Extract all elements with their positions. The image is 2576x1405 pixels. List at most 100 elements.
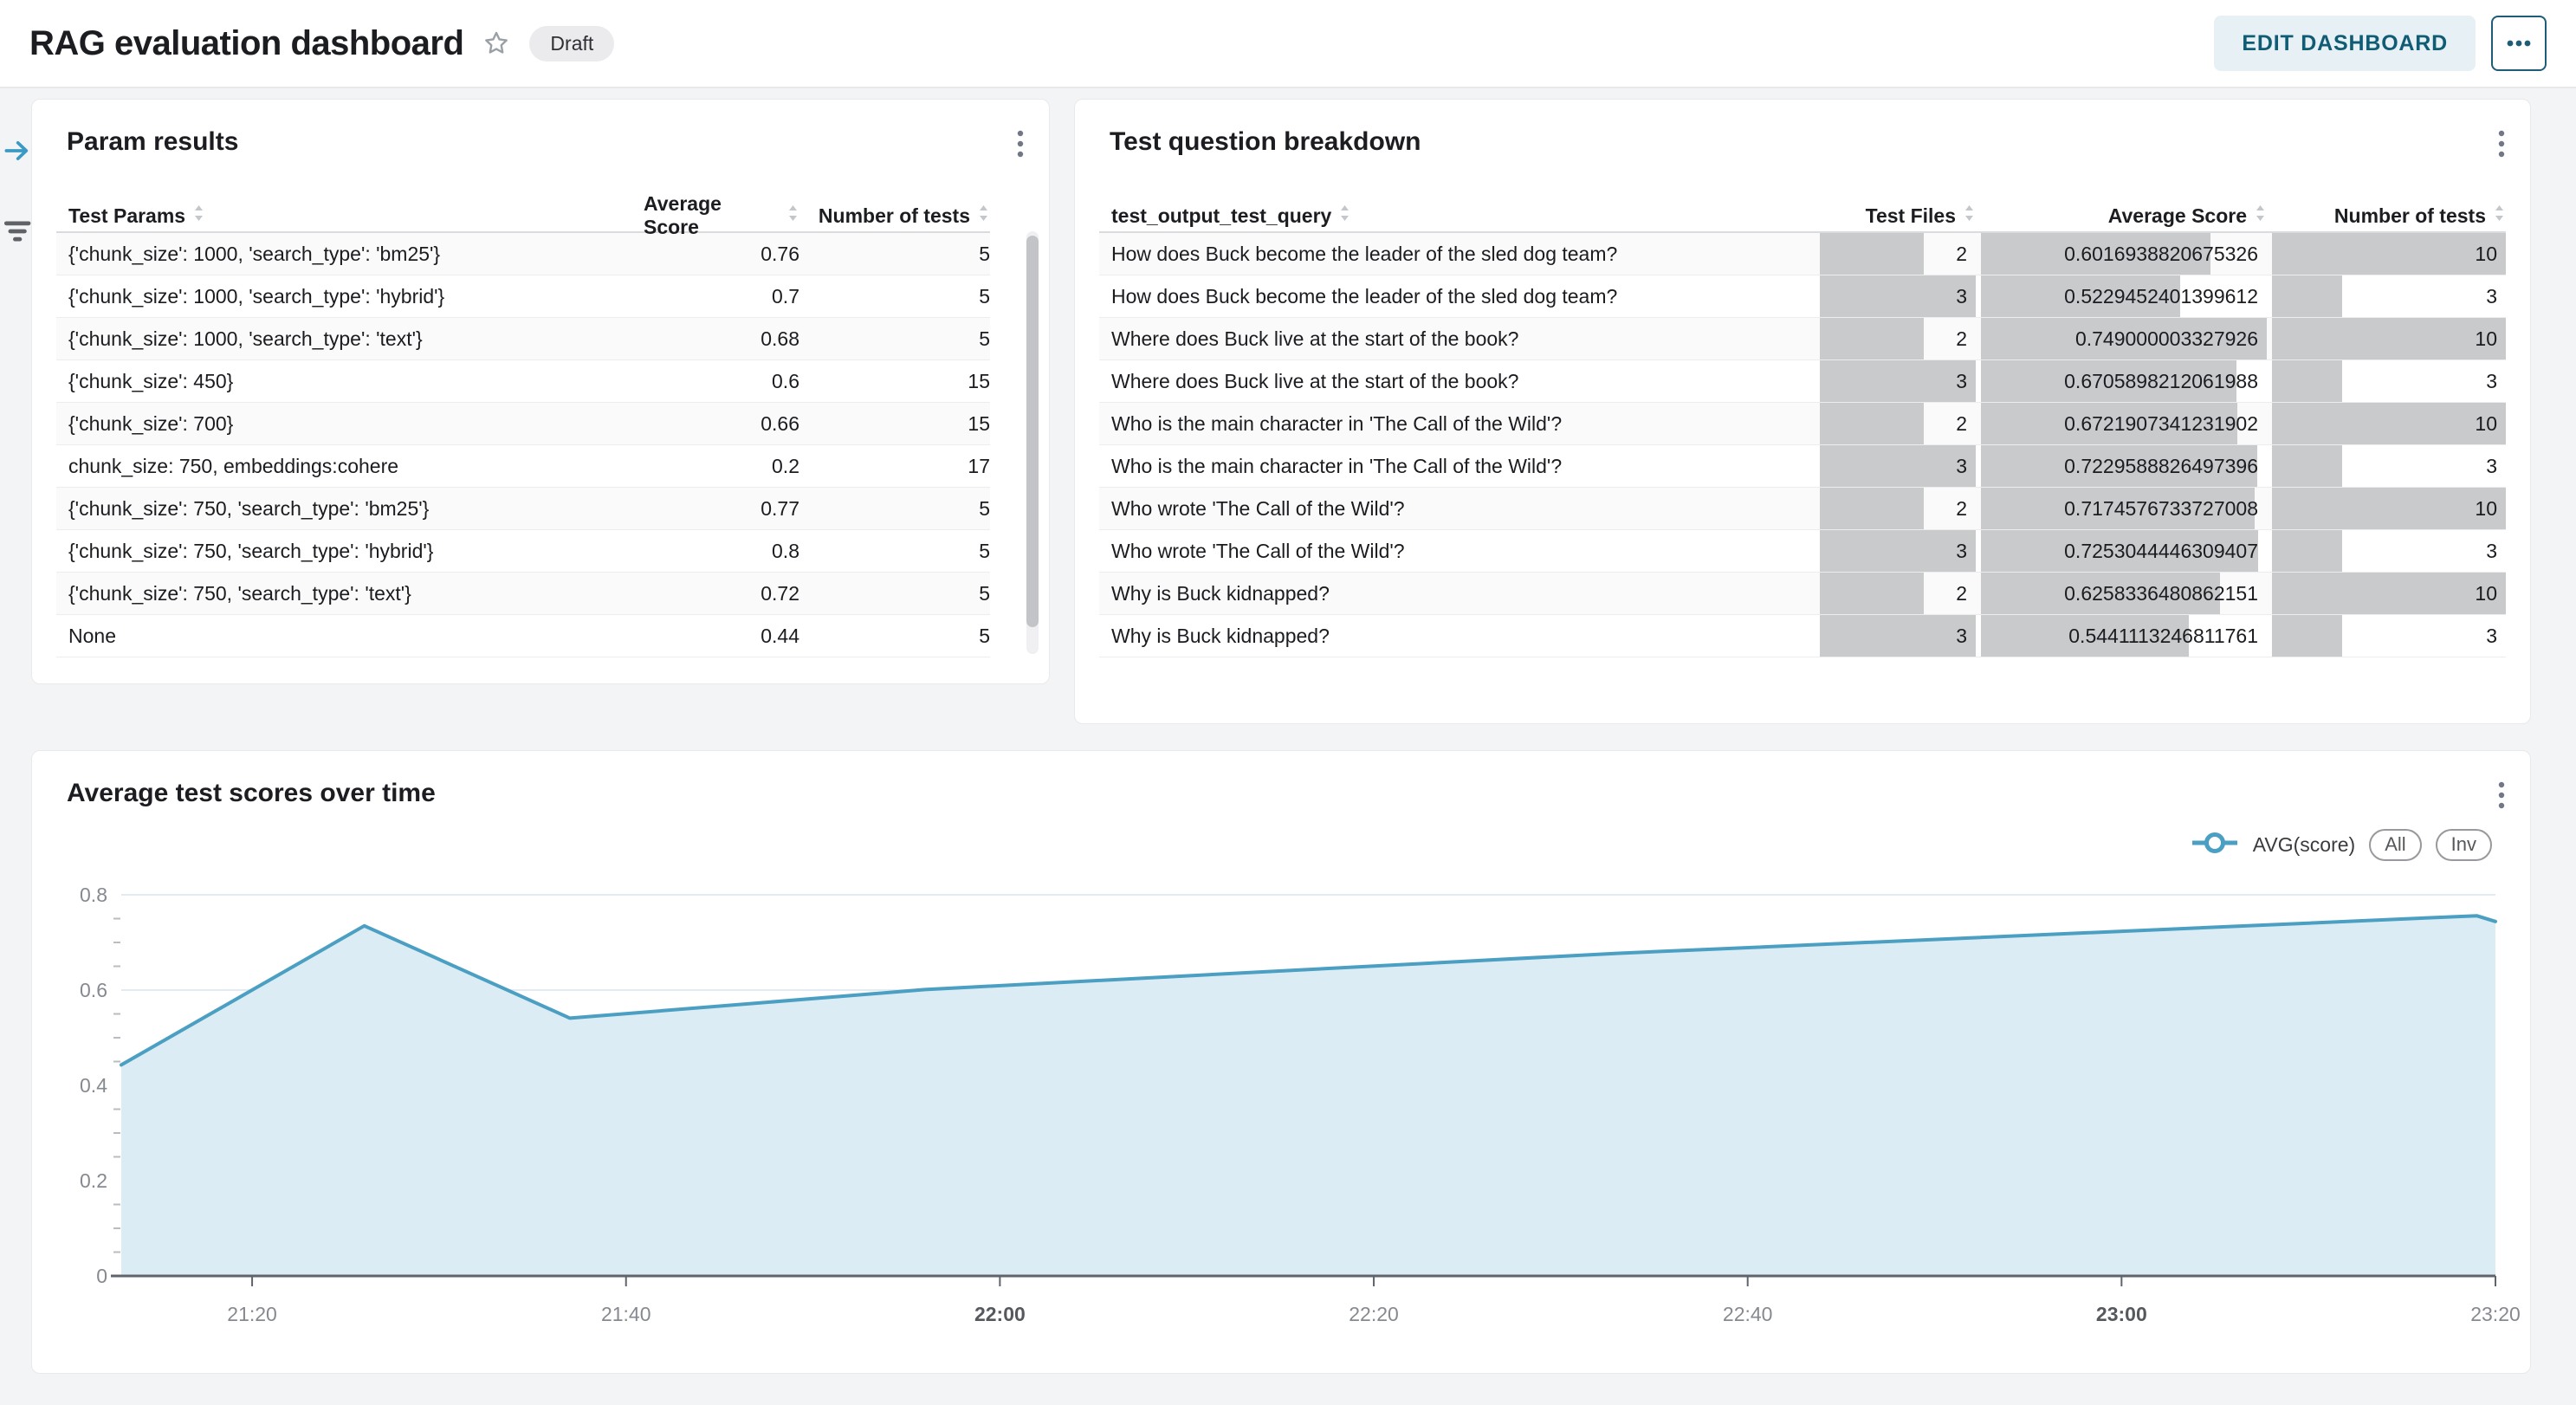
- data-bar: [1820, 615, 1976, 657]
- table-row[interactable]: How does Buck become the leader of the s…: [1099, 233, 2506, 275]
- svg-text:0.4: 0.4: [80, 1074, 107, 1097]
- column-header-test-params[interactable]: Test Params: [56, 203, 644, 229]
- page-header: RAG evaluation dashboard Draft EDIT DASH…: [0, 0, 2576, 88]
- data-bar: [1820, 318, 1924, 359]
- sort-icon: [1963, 203, 1976, 229]
- table-row[interactable]: {'chunk_size': 1000, 'search_type': 'tex…: [56, 318, 990, 360]
- table-scrollbar-track[interactable]: [1026, 231, 1039, 654]
- table-row[interactable]: {'chunk_size': 700}0.6615: [56, 403, 990, 445]
- table-row[interactable]: Why is Buck kidnapped?20.625833648086215…: [1099, 573, 2506, 615]
- cell-test-params: {'chunk_size': 750, 'search_type': 'text…: [56, 573, 644, 614]
- data-bar: [1820, 530, 1976, 572]
- legend-all-button[interactable]: All: [2369, 829, 2421, 861]
- cell-number-of-tests: 15: [799, 360, 990, 402]
- status-badge: Draft: [529, 26, 614, 62]
- cell-test-params: {'chunk_size': 700}: [56, 403, 644, 444]
- data-bar: [1820, 488, 1924, 529]
- table-row[interactable]: Where does Buck live at the start of the…: [1099, 360, 2506, 403]
- table-row[interactable]: {'chunk_size': 750, 'search_type': 'hybr…: [56, 530, 990, 573]
- legend-inv-button[interactable]: Inv: [2436, 829, 2492, 861]
- column-header-number-of-tests[interactable]: Number of tests: [2267, 203, 2506, 229]
- cell-test-params: {'chunk_size': 750, 'search_type': 'bm25…: [56, 488, 644, 529]
- table-row[interactable]: {'chunk_size': 750, 'search_type': 'bm25…: [56, 488, 990, 530]
- table-row[interactable]: chunk_size: 750, embeddings:cohere0.217: [56, 445, 990, 488]
- table-row[interactable]: {'chunk_size': 450}0.615: [56, 360, 990, 403]
- panel-menu-icon[interactable]: [2492, 124, 2511, 168]
- panel-menu-icon[interactable]: [1011, 124, 1030, 168]
- svg-text:0.8: 0.8: [80, 884, 107, 906]
- table-row[interactable]: Why is Buck kidnapped?30.544111324681176…: [1099, 615, 2506, 657]
- table-row[interactable]: None0.445: [56, 615, 990, 657]
- cell-average-score: 0.77: [644, 488, 799, 529]
- table-row[interactable]: Where does Buck live at the start of the…: [1099, 318, 2506, 360]
- more-options-button[interactable]: [2491, 16, 2547, 71]
- cell-test-query: Who is the main character in 'The Call o…: [1099, 445, 1815, 487]
- cell-number-of-tests: 5: [799, 318, 990, 359]
- data-bar: [1820, 360, 1976, 402]
- series-marker-icon: [2191, 831, 2239, 859]
- breakdown-table-body: How does Buck become the leader of the s…: [1099, 231, 2506, 657]
- sort-icon: [2254, 203, 2267, 229]
- sort-icon: [977, 203, 990, 229]
- column-header-test-query[interactable]: test_output_test_query: [1099, 203, 1815, 229]
- star-favorite-icon[interactable]: [482, 29, 510, 57]
- cell-average-score: 0.76: [644, 233, 799, 275]
- column-header-average-score[interactable]: Average Score: [1976, 203, 2267, 229]
- cell-test-query: Who wrote 'The Call of the Wild'?: [1099, 488, 1815, 529]
- cell-number-of-tests: 5: [799, 615, 990, 657]
- sort-icon: [1338, 203, 1351, 229]
- sort-icon: [786, 203, 799, 229]
- table-row[interactable]: {'chunk_size': 750, 'search_type': 'text…: [56, 573, 990, 615]
- column-header-test-files[interactable]: Test Files: [1815, 203, 1976, 229]
- cell-number-of-tests: 5: [799, 233, 990, 275]
- column-header-average-score[interactable]: Average Score: [644, 192, 799, 239]
- panel-menu-icon[interactable]: [2492, 775, 2511, 819]
- cell-number-of-tests: 17: [799, 445, 990, 487]
- column-header-number-of-tests[interactable]: Number of tests: [799, 203, 990, 229]
- data-bar: [2272, 488, 2506, 529]
- svg-text:22:40: 22:40: [1723, 1303, 1773, 1325]
- cell-average-score: 0.7: [644, 275, 799, 317]
- table-row[interactable]: Who wrote 'The Call of the Wild'?30.7253…: [1099, 530, 2506, 573]
- cell-test-files: 3: [1820, 275, 1976, 317]
- test-question-breakdown-panel: Test question breakdown test_output_test…: [1074, 99, 2531, 724]
- svg-text:0.2: 0.2: [80, 1169, 107, 1192]
- table-scrollbar-thumb[interactable]: [1026, 236, 1039, 627]
- cell-average-score: 0.6016938820675326: [1981, 233, 2267, 275]
- sort-icon: [192, 203, 205, 229]
- svg-text:21:20: 21:20: [227, 1303, 277, 1325]
- cell-number-of-tests: 10: [2272, 403, 2506, 444]
- cell-number-of-tests: 3: [2272, 615, 2506, 657]
- cell-test-files: 3: [1820, 360, 1976, 402]
- table-row[interactable]: {'chunk_size': 1000, 'search_type': 'hyb…: [56, 275, 990, 318]
- table-row[interactable]: {'chunk_size': 1000, 'search_type': 'bm2…: [56, 233, 990, 275]
- edit-dashboard-button[interactable]: EDIT DASHBOARD: [2214, 16, 2476, 71]
- table-row[interactable]: Who is the main character in 'The Call o…: [1099, 403, 2506, 445]
- table-row[interactable]: How does Buck become the leader of the s…: [1099, 275, 2506, 318]
- cell-average-score: 0.6705898212061988: [1981, 360, 2267, 402]
- cell-test-params: chunk_size: 750, embeddings:cohere: [56, 445, 644, 487]
- data-bar: [2272, 318, 2506, 359]
- scores-area-chart[interactable]: 00.20.40.60.821:2021:4022:0022:2022:4023…: [56, 871, 2508, 1356]
- table-header-row: Test Params Average Score Number of test…: [56, 200, 990, 231]
- cell-average-score: 0.8: [644, 530, 799, 572]
- data-bar: [2272, 403, 2506, 444]
- cell-test-files: 2: [1820, 233, 1976, 275]
- cell-average-score: 0.6258336480862151: [1981, 573, 2267, 614]
- cell-number-of-tests: 3: [2272, 445, 2506, 487]
- cell-test-query: How does Buck become the leader of the s…: [1099, 275, 1815, 317]
- data-bar: [1820, 445, 1976, 487]
- table-row[interactable]: Who wrote 'The Call of the Wild'?20.7174…: [1099, 488, 2506, 530]
- table-header-row: test_output_test_query Test Files Averag…: [1099, 200, 2506, 231]
- cell-test-files: 2: [1820, 573, 1976, 614]
- data-bar: [2272, 445, 2342, 487]
- sort-icon: [2493, 203, 2506, 229]
- svg-text:23:00: 23:00: [2096, 1303, 2147, 1325]
- series-legend-label[interactable]: AVG(score): [2253, 833, 2355, 857]
- table-row[interactable]: Who is the main character in 'The Call o…: [1099, 445, 2506, 488]
- page-title: RAG evaluation dashboard: [29, 24, 463, 63]
- cell-test-files: 3: [1820, 445, 1976, 487]
- cell-test-query: How does Buck become the leader of the s…: [1099, 233, 1815, 275]
- param-results-panel: Param results Test Params Average Score …: [31, 99, 1050, 684]
- cell-test-query: Why is Buck kidnapped?: [1099, 573, 1815, 614]
